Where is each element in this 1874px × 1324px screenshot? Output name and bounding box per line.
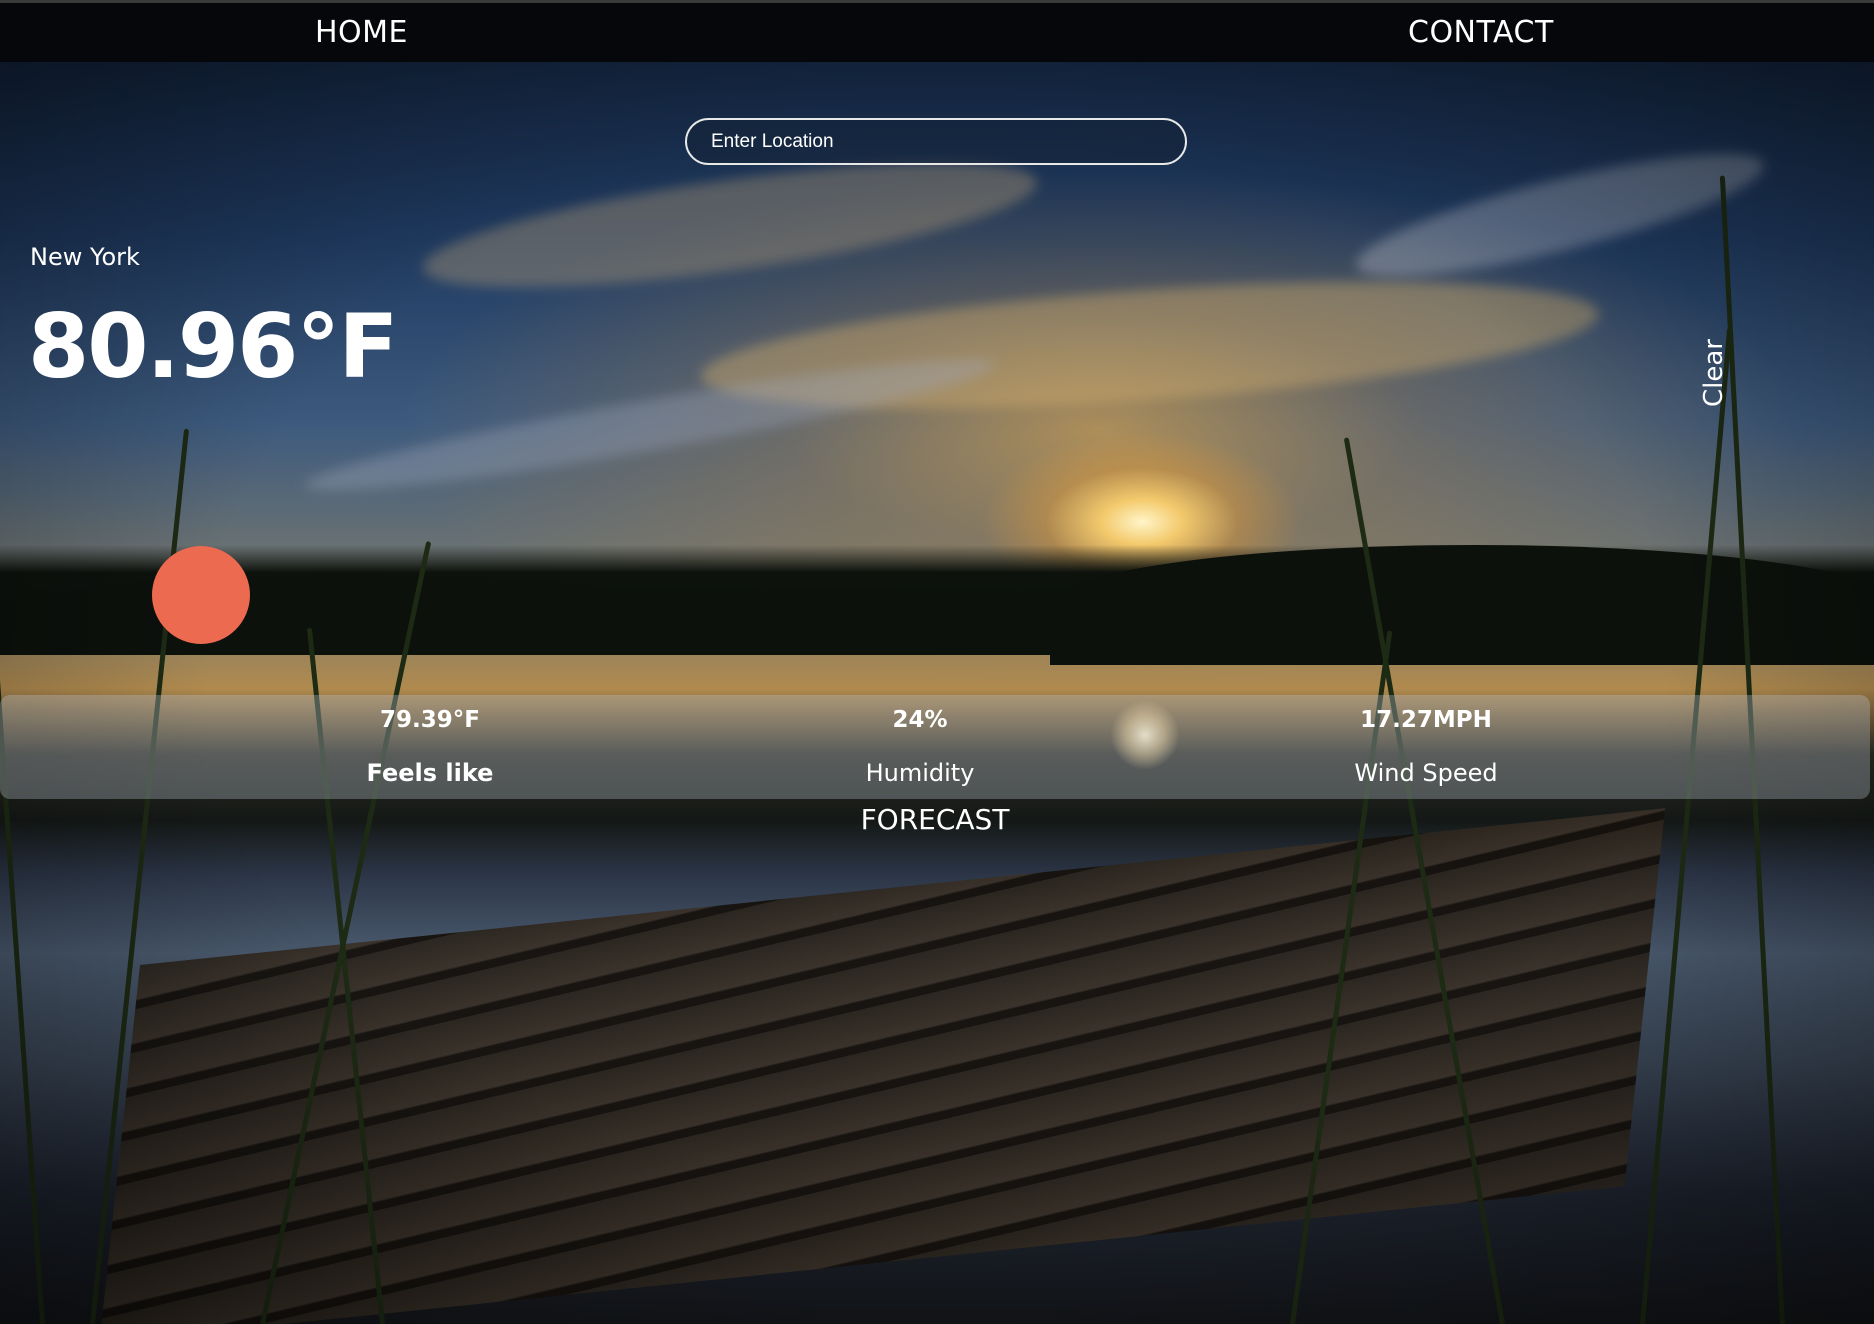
tree-shape [1050, 545, 1874, 665]
weather-condition: Clear [1699, 339, 1729, 407]
weather-stats-bar: 79.39°F Feels like 24% Humidity 17.27MPH… [0, 695, 1870, 799]
cloud-shape [1347, 130, 1773, 300]
location-search-input[interactable] [685, 118, 1187, 165]
cloud-shape [300, 339, 1000, 511]
humidity-value: 24% [892, 707, 948, 733]
humidity-label: Humidity [865, 759, 975, 787]
city-name: New York [30, 243, 140, 271]
top-nav: HOME CONTACT [0, 0, 1874, 62]
forecast-heading: FORECAST [860, 803, 1010, 836]
treeline [0, 545, 1874, 665]
feels-like-label: Feels like [366, 759, 494, 787]
tree-shape [0, 575, 700, 655]
app-root: HOME CONTACT New York 80.96°F Clear 79.3… [0, 0, 1874, 1324]
feels-like-value: 79.39°F [380, 707, 480, 733]
nav-home-link[interactable]: HOME [315, 15, 408, 50]
wind-speed-label: Wind Speed [1354, 759, 1498, 787]
wind-speed-value: 17.27MPH [1360, 707, 1492, 733]
sunset-lake-photo-icon [0, 0, 1874, 1324]
sun-icon [152, 546, 250, 644]
current-temperature: 80.96°F [28, 295, 398, 398]
nav-contact-link[interactable]: CONTACT [1408, 15, 1554, 50]
tree-shape [600, 590, 1100, 655]
